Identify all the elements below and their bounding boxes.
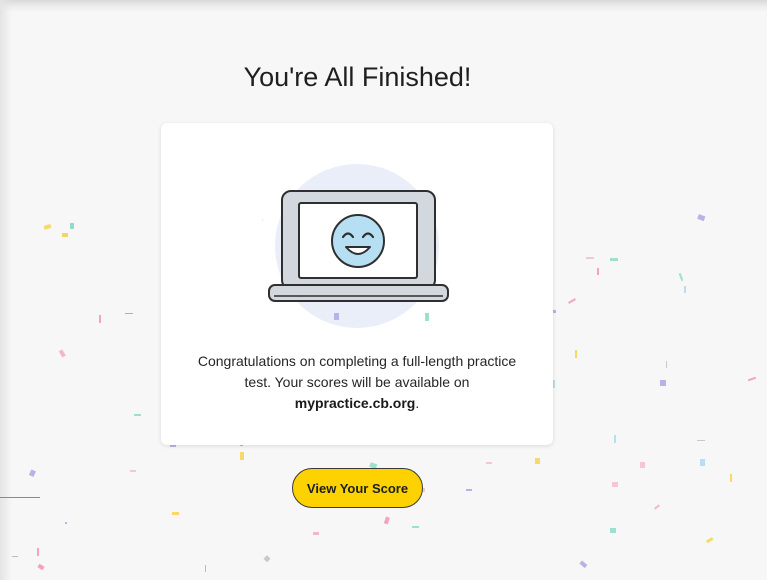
completion-message: Congratulations on completing a full-len… [181, 351, 533, 414]
top-shadow [0, 0, 767, 12]
completion-card: Congratulations on completing a full-len… [161, 123, 553, 445]
view-score-button[interactable]: View Your Score [292, 468, 423, 508]
divider [0, 497, 40, 498]
finished-page: You're All Finished! Congratulations on … [0, 0, 767, 580]
laptop-smiley-icon [262, 164, 449, 328]
score-site-domain: mypractice.cb.org [294, 395, 416, 411]
message-line-1: Congratulations on completing a full-len… [197, 353, 517, 369]
page-title: You're All Finished! [243, 62, 472, 93]
message-line-2: test. Your scores will be available on [244, 374, 470, 390]
message-period: . [415, 395, 420, 411]
